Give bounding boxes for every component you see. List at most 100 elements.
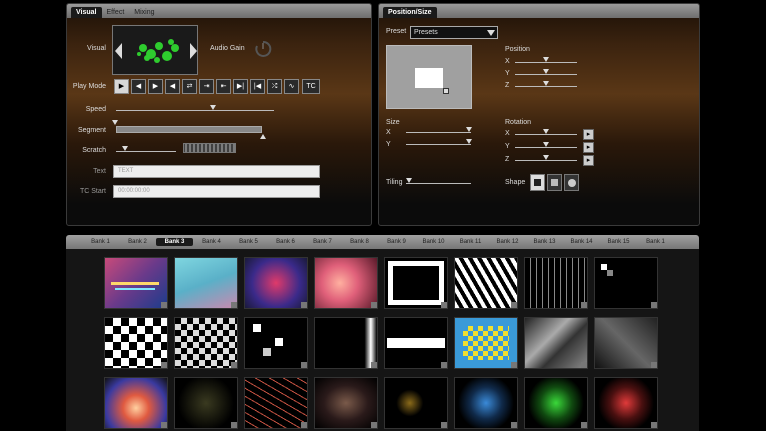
tab-bank-15[interactable]: Bank 15 xyxy=(600,239,637,245)
clip-thumbnail[interactable] xyxy=(314,317,378,369)
rotation-y-play-icon[interactable]: ▸ xyxy=(583,142,594,153)
tab-bank-9[interactable]: Bank 9 xyxy=(378,239,415,245)
clip-thumbnail[interactable] xyxy=(524,377,588,429)
shape-label: Shape xyxy=(505,179,526,186)
tab-bank-4[interactable]: Bank 4 xyxy=(193,239,230,245)
clip-thumbnail[interactable] xyxy=(314,377,378,429)
play-mode-forward-button[interactable]: ▶ xyxy=(148,79,163,94)
clip-thumbnail[interactable] xyxy=(244,377,308,429)
position-y-slider[interactable] xyxy=(515,69,577,75)
tab-bank-5[interactable]: Bank 5 xyxy=(230,239,267,245)
clip-thumbnail[interactable] xyxy=(174,257,238,309)
speed-slider[interactable] xyxy=(116,105,274,111)
clip-thumbnail[interactable] xyxy=(454,317,518,369)
tab-bank-6[interactable]: Bank 6 xyxy=(267,239,304,245)
scratch-wheel[interactable] xyxy=(183,143,236,153)
preset-select[interactable]: Presets xyxy=(410,26,498,39)
clip-thumbnail[interactable] xyxy=(524,317,588,369)
size-y-thumb[interactable] xyxy=(466,139,472,144)
play-mode-pingpong-button[interactable]: ⇄ xyxy=(182,79,197,94)
play-mode-once-button[interactable]: ⇥ xyxy=(199,79,214,94)
segment-start-thumb[interactable] xyxy=(112,120,118,125)
shape-sphere-button[interactable] xyxy=(564,174,579,191)
rotation-z-slider[interactable] xyxy=(515,155,577,161)
segment-end-thumb[interactable] xyxy=(260,134,266,139)
tab-mixing[interactable]: Mixing xyxy=(129,7,159,18)
visual-preview[interactable] xyxy=(112,25,198,75)
tiling-slider[interactable] xyxy=(406,178,471,184)
tab-bank-10[interactable]: Bank 10 xyxy=(415,239,452,245)
play-mode-tc-button[interactable]: TC xyxy=(302,79,320,94)
clip-thumbnail[interactable] xyxy=(524,257,588,309)
rotation-y-label: Y xyxy=(505,143,510,150)
clip-thumbnail[interactable] xyxy=(244,317,308,369)
play-mode-step-forward-button[interactable]: ▶| xyxy=(233,79,248,94)
position-x-slider[interactable] xyxy=(515,57,577,63)
clip-thumbnail[interactable] xyxy=(594,377,658,429)
position-x-thumb[interactable] xyxy=(543,57,549,62)
tab-bank-12[interactable]: Bank 12 xyxy=(489,239,526,245)
play-mode-once-reverse-button[interactable]: ⇤ xyxy=(216,79,231,94)
scratch-slider-thumb[interactable] xyxy=(122,146,128,151)
tab-bank-7[interactable]: Bank 7 xyxy=(304,239,341,245)
clip-thumbnail[interactable] xyxy=(104,377,168,429)
rotation-z-play-icon[interactable]: ▸ xyxy=(583,155,594,166)
clip-thumbnail[interactable] xyxy=(104,317,168,369)
tc-start-input[interactable]: 00:00:00:00 xyxy=(113,185,320,198)
clip-thumbnail[interactable] xyxy=(104,257,168,309)
play-mode-reverse-button[interactable]: ◀ xyxy=(165,79,180,94)
scratch-slider[interactable] xyxy=(116,146,176,152)
rotation-x-thumb[interactable] xyxy=(543,129,549,134)
play-mode-audio-button[interactable]: ∿ xyxy=(284,79,299,94)
tab-bank-1[interactable]: Bank 1 xyxy=(82,239,119,245)
speed-label: Speed xyxy=(85,106,106,113)
tab-bank-11[interactable]: Bank 11 xyxy=(452,239,489,245)
clip-thumbnail[interactable] xyxy=(384,257,448,309)
clip-thumbnail[interactable] xyxy=(454,377,518,429)
rotation-x-slider[interactable] xyxy=(515,129,577,135)
resize-handle-icon[interactable] xyxy=(443,88,449,94)
text-input[interactable]: TEXT xyxy=(113,165,320,178)
tiling-label: Tiling xyxy=(386,179,403,186)
clip-thumbnail[interactable] xyxy=(594,257,658,309)
tab-effect[interactable]: Effect xyxy=(102,7,130,18)
tab-bank-8[interactable]: Bank 8 xyxy=(341,239,378,245)
clip-thumbnail[interactable] xyxy=(244,257,308,309)
segment-bar[interactable] xyxy=(116,126,262,133)
clip-thumbnail[interactable] xyxy=(174,317,238,369)
tiling-thumb[interactable] xyxy=(406,178,412,183)
clip-thumbnail[interactable] xyxy=(454,257,518,309)
rotation-y-slider[interactable] xyxy=(515,142,577,148)
clip-thumbnail[interactable] xyxy=(594,317,658,369)
tab-bank-13[interactable]: Bank 13 xyxy=(526,239,563,245)
tab-visual[interactable]: Visual xyxy=(71,7,102,18)
tab-bank-2[interactable]: Bank 2 xyxy=(119,239,156,245)
clip-thumbnail[interactable] xyxy=(384,317,448,369)
size-y-slider[interactable] xyxy=(406,139,472,145)
size-x-thumb[interactable] xyxy=(466,127,472,132)
position-z-thumb[interactable] xyxy=(543,81,549,86)
clip-thumbnail[interactable] xyxy=(174,377,238,429)
speed-slider-thumb[interactable] xyxy=(210,105,216,110)
play-mode-step-back-button[interactable]: |◀ xyxy=(250,79,265,94)
tab-bank-16[interactable]: Bank 1 xyxy=(637,239,674,245)
audio-gain-knob-icon[interactable] xyxy=(254,40,272,58)
clip-thumbnail[interactable] xyxy=(384,377,448,429)
tab-position-size[interactable]: Position/Size xyxy=(383,7,437,18)
position-y-thumb[interactable] xyxy=(543,69,549,74)
shape-cube-button[interactable] xyxy=(547,174,562,191)
tab-bank-3[interactable]: Bank 3 xyxy=(156,238,193,246)
rotation-x-play-icon[interactable]: ▸ xyxy=(583,129,594,140)
tab-bank-14[interactable]: Bank 14 xyxy=(563,239,600,245)
position-z-slider[interactable] xyxy=(515,81,577,87)
position-preview[interactable] xyxy=(386,45,472,109)
position-label: Position xyxy=(505,46,530,53)
rotation-z-thumb[interactable] xyxy=(543,155,549,160)
play-mode-shuffle-button[interactable]: ⤮ xyxy=(267,79,282,94)
play-mode-loop-button[interactable]: ▶ xyxy=(114,79,129,94)
clip-thumbnail[interactable] xyxy=(314,257,378,309)
rotation-y-thumb[interactable] xyxy=(543,142,549,147)
size-x-slider[interactable] xyxy=(406,127,472,133)
play-mode-backward-button[interactable]: ◀ xyxy=(131,79,146,94)
shape-plane-button[interactable] xyxy=(530,174,545,191)
